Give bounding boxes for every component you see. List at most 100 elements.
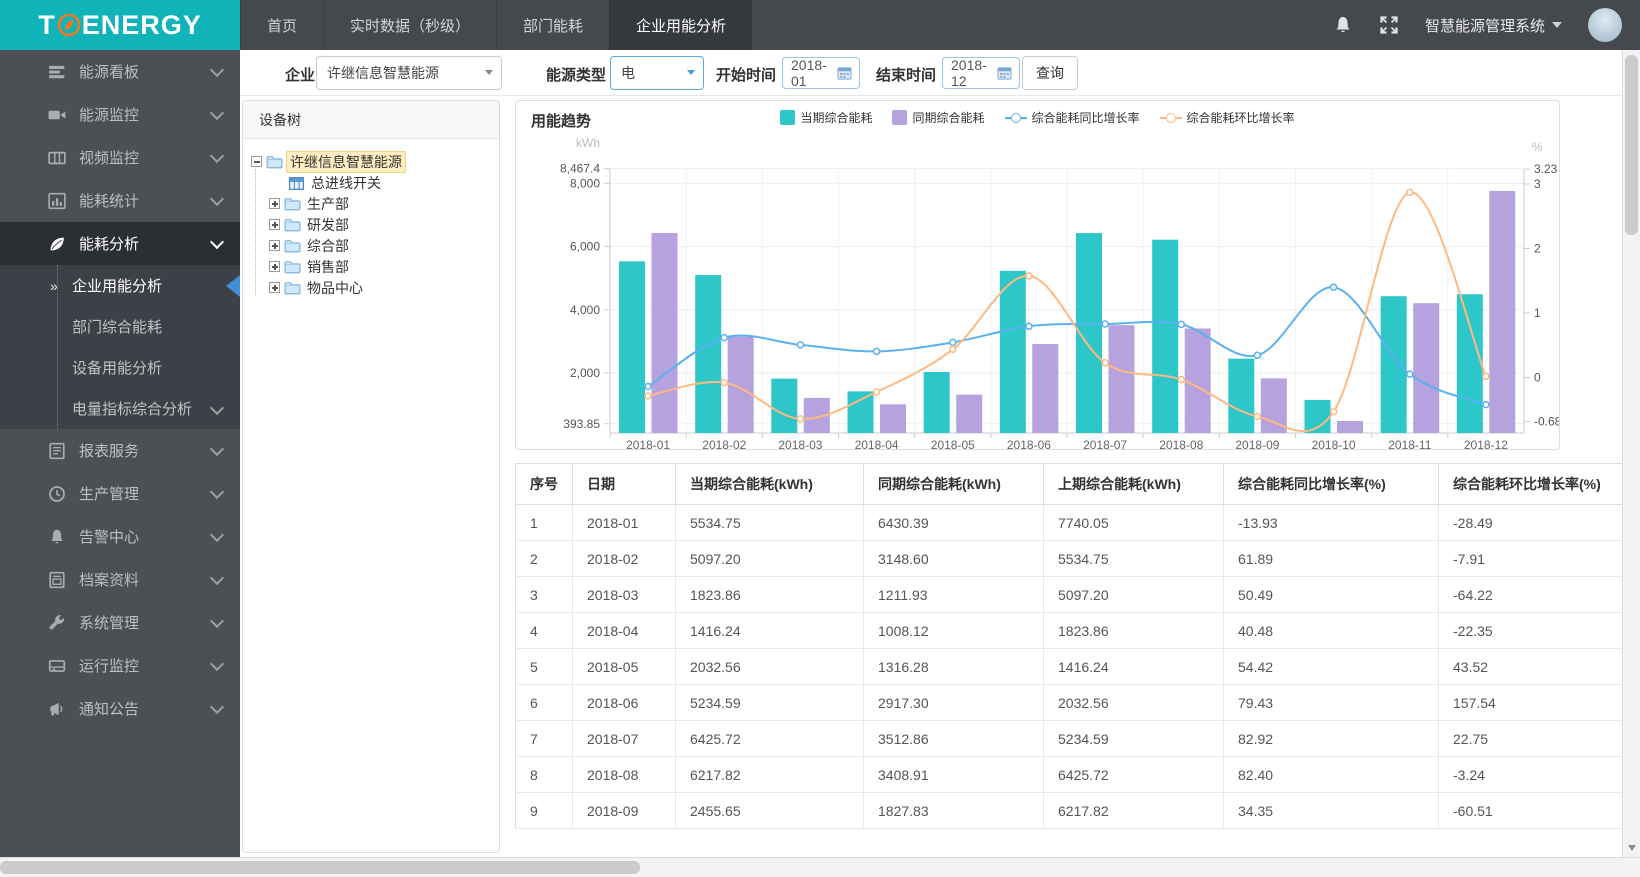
tree-node-4[interactable]: 研发部 [251, 214, 493, 235]
tree-node-2[interactable]: 总进线开关 [251, 172, 493, 193]
tree-node-label[interactable]: 研发部 [304, 215, 352, 235]
legend-line-marker [1004, 112, 1027, 123]
tree-node-label[interactable]: 总进线开关 [308, 173, 384, 193]
table-cell: 1008.12 [863, 612, 1044, 649]
chevron-down-icon [209, 148, 225, 163]
bar-同期综合能耗-2018-11 [1413, 303, 1440, 433]
legend-item-2[interactable]: 同期综合能耗 [892, 109, 985, 126]
table-row: 2 2018-02 5097.20 3148.60 5534.75 61.89 -7.91 [515, 540, 1640, 577]
sidebar-submenu: » 企业用能分析 部门综合能耗 设备用能分析电量指标综合分析 [0, 265, 240, 429]
table-header-cell: 序号 [515, 463, 573, 505]
user-avatar[interactable] [1588, 8, 1622, 42]
horizontal-scrollbar[interactable] [0, 857, 1640, 877]
horizontal-scrollbar-thumb[interactable] [0, 861, 640, 874]
vertical-scrollbar[interactable] [1622, 50, 1640, 857]
table-cell: 6217.82 [1043, 792, 1224, 829]
expand-toggle[interactable] [269, 219, 280, 230]
legend-item-1[interactable]: 当期综合能耗 [780, 109, 872, 126]
tree-node-label[interactable]: 许继信息智慧能源 [286, 150, 406, 173]
table-cell: 5234.59 [675, 684, 864, 721]
sidebar-item-3[interactable]: 视频监控 [0, 136, 240, 179]
table-row: 7 2018-07 6425.72 3512.86 5234.59 82.92 22.75 [515, 720, 1640, 757]
sidebar-item-4[interactable]: 能耗统计 [0, 179, 240, 222]
expand-toggle[interactable] [269, 261, 280, 272]
submenu-item-1[interactable]: » 企业用能分析 [0, 265, 240, 306]
legend-item-3[interactable]: 综合能耗同比增长率 [1004, 109, 1140, 126]
table-cell: 6425.72 [675, 720, 864, 757]
fullscreen-icon[interactable] [1379, 15, 1399, 35]
point-综合能耗环比增长率-2018-02 [720, 378, 729, 387]
tree-node-5[interactable]: 综合部 [251, 235, 493, 256]
tree-node-label[interactable]: 生产部 [304, 194, 352, 214]
collapse-toggle[interactable] [251, 156, 262, 167]
query-button[interactable]: 查询 [1022, 56, 1078, 90]
tree-node-label[interactable]: 物品中心 [304, 278, 366, 298]
legend-item-4[interactable]: 综合能耗环比增长率 [1159, 109, 1295, 126]
bar-同期综合能耗-2018-06 [1032, 344, 1059, 433]
device-tree-panel: 设备树 许继信息智慧能源 总进线开关 生产部 研发部 综合部 销售部 物品中心 [242, 100, 500, 853]
film-icon [48, 149, 66, 167]
submenu-item-2[interactable]: 部门综合能耗 [0, 306, 240, 347]
sidebar-item-12[interactable]: 通知公告 [0, 687, 240, 730]
sidebar-item-5[interactable]: 能耗分析 [0, 222, 240, 265]
table-header-cell: 综合能耗同比增长率(%) [1223, 463, 1439, 505]
vertical-scrollbar-thumb[interactable] [1625, 55, 1638, 235]
start-time-input[interactable]: 2018-01 [782, 57, 860, 89]
end-time-input[interactable]: 2018-12 [942, 57, 1020, 89]
expand-toggle[interactable] [269, 198, 280, 209]
tree-node-1[interactable]: 许继信息智慧能源 [251, 150, 493, 173]
point-综合能耗同比增长率-2018-12 [1482, 400, 1490, 409]
tree-node-label[interactable]: 销售部 [304, 257, 352, 277]
notification-bell-icon[interactable] [1333, 15, 1353, 35]
tree-node-6[interactable]: 销售部 [251, 256, 493, 277]
sidebar-item-6[interactable]: 报表服务 [0, 429, 240, 472]
chevron-down-icon [209, 191, 225, 206]
point-综合能耗环比增长率-2018-05 [949, 345, 957, 354]
legend-swatch [780, 110, 796, 125]
scroll-down-arrow-icon[interactable] [1628, 845, 1636, 851]
table-cell: 2455.65 [675, 792, 864, 829]
submenu-item-3[interactable]: 设备用能分析 [0, 347, 240, 388]
sidebar-item-11[interactable]: 运行监控 [0, 644, 240, 687]
x-axis-label: 2018-05 [931, 438, 975, 449]
table-cell: 2917.30 [863, 684, 1044, 721]
legend-label: 综合能耗同比增长率 [1031, 111, 1140, 125]
top-nav-item-4[interactable]: 企业用能分析 [609, 0, 753, 50]
top-nav-item-2[interactable]: 实时数据（秒级） [323, 0, 496, 50]
legend-label: 当期综合能耗 [800, 111, 873, 125]
tree-node-7[interactable]: 物品中心 [251, 277, 493, 298]
sidebar-item-1[interactable]: 能源看板 [0, 50, 240, 93]
sidebar-item-10[interactable]: 系统管理 [0, 601, 240, 644]
meter-icon [288, 175, 305, 191]
sidebar-item-2[interactable]: 能源监控 [0, 93, 240, 136]
bar-同期综合能耗-2018-04 [880, 404, 906, 433]
table-cell: 3408.91 [863, 756, 1044, 793]
sidebar-item-8[interactable]: 告警中心 [0, 515, 240, 558]
table-header-cell: 日期 [572, 463, 676, 505]
company-select[interactable]: 许继信息智慧能源 [316, 56, 502, 90]
tree-node-label[interactable]: 综合部 [304, 236, 352, 256]
expand-toggle[interactable] [269, 282, 280, 293]
sidebar-item-9[interactable]: 档案资料 [0, 558, 240, 601]
sidebar: 能源看板能源监控视频监控 能耗统计 能耗分析 » 企业用能分析 部门综合能耗 设备用能分析电… [0, 50, 240, 857]
tree-node-3[interactable]: 生产部 [251, 193, 493, 214]
system-menu[interactable]: 智慧能源管理系统 [1425, 15, 1562, 36]
table-cell: -7.91 [1438, 540, 1640, 577]
submenu-item-label: 电量指标综合分析 [72, 401, 193, 418]
report-icon [48, 442, 66, 460]
expand-toggle[interactable] [269, 240, 280, 251]
sidebar-item-7[interactable]: 生产管理 [0, 472, 240, 515]
stats-icon [48, 192, 66, 210]
x-axis-label: 2018-12 [1464, 438, 1508, 449]
device-tree-title: 设备树 [243, 101, 499, 139]
top-nav-item-1[interactable]: 首页 [240, 0, 323, 50]
submenu-item-4[interactable]: 电量指标综合分析 [0, 388, 240, 429]
sidebar-item-label: 能源监控 [79, 107, 140, 124]
energy-type-select[interactable]: 电 [610, 56, 704, 90]
filter-bar: 企业 许继信息智慧能源 能源类型 电 开始时间 2018-01 结束时间 201… [240, 50, 1622, 96]
point-综合能耗同比增长率-2018-03 [796, 341, 805, 349]
top-nav-item-3[interactable]: 部门能耗 [496, 0, 609, 50]
start-time-label: 开始时间 [716, 67, 777, 84]
table-cell: 8 [515, 756, 573, 793]
bell-icon [48, 528, 66, 546]
